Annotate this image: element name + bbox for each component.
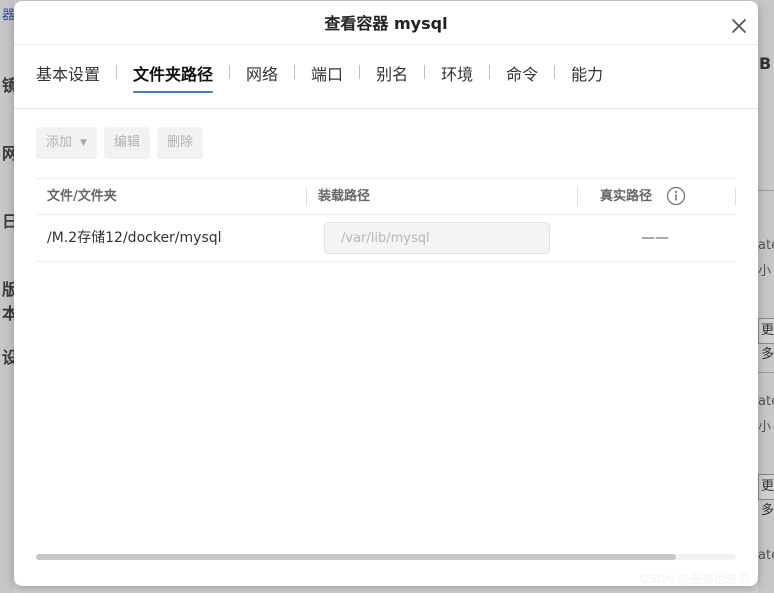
column-header-file: 文件/文件夹 [47, 189, 117, 204]
bg-fragment-3: 网 [2, 144, 14, 163]
info-icon[interactable] [666, 186, 686, 206]
bg-more-button[interactable]: 更多 [758, 474, 774, 518]
table-row[interactable]: /M.2存储12/docker/mysql —— [36, 215, 736, 262]
close-icon[interactable] [728, 15, 750, 37]
tab-command[interactable]: 命令 [506, 61, 538, 93]
bg-right-text: 小 [758, 264, 772, 279]
column-divider[interactable] [735, 187, 736, 206]
header-divider [14, 44, 758, 45]
tab-separator [116, 65, 118, 79]
tab-separator [359, 65, 361, 79]
tab-bar: 基本设置 文件夹路径 网络 端口 别名 环境 命令 能力 [36, 61, 603, 93]
bg-fragment-1: 器 [2, 8, 14, 23]
tab-basic-settings[interactable]: 基本设置 [36, 61, 100, 93]
column-header-real-path: 真实路径 [600, 189, 653, 204]
tab-environment[interactable]: 环境 [441, 61, 473, 93]
bg-right-divider [758, 372, 774, 373]
row-real-path: —— [641, 230, 669, 246]
bg-right-top: B [759, 54, 772, 73]
horizontal-scrollbar[interactable] [36, 554, 736, 560]
tab-separator [424, 65, 426, 79]
column-divider[interactable] [577, 187, 578, 206]
tab-folder-paths[interactable]: 文件夹路径 [133, 61, 214, 93]
column-divider[interactable] [306, 187, 307, 206]
tab-capabilities[interactable]: 能力 [571, 61, 603, 93]
watermark: CSDN @是猿也是员 [640, 572, 750, 586]
delete-button[interactable]: 删除 [156, 127, 203, 159]
toolbar: 添加 ▼ 编辑 删除 [36, 127, 203, 159]
bg-right-text: ate [758, 394, 774, 409]
bg-right-text: ate [758, 238, 774, 253]
bg-fragment-2: 镜 [2, 76, 14, 95]
background-left-strip: 器 镜 网 日 版本 设 [0, 0, 14, 593]
bg-right-divider [758, 190, 774, 191]
tab-separator [294, 65, 296, 79]
mount-path-input[interactable] [324, 222, 550, 254]
tab-aliases[interactable]: 别名 [376, 61, 408, 93]
folder-path-table: 文件/文件夹 装载路径 真实路径 /M.2存储12/docker/mysql —… [36, 178, 736, 262]
container-detail-dialog: 查看容器 mysql 基本设置 文件夹路径 网络 端口 别名 环境 命令 能力 … [14, 1, 758, 586]
tabs-divider [14, 108, 758, 109]
edit-button[interactable]: 编辑 [103, 127, 150, 159]
bg-right-text: 小 [758, 420, 772, 435]
row-file-path: /M.2存储12/docker/mysql [47, 230, 222, 246]
tab-network[interactable]: 网络 [246, 61, 278, 93]
tab-separator [489, 65, 491, 79]
add-button[interactable]: 添加 ▼ [36, 127, 97, 159]
column-header-mount-path: 装载路径 [318, 189, 371, 204]
tab-ports[interactable]: 端口 [311, 61, 343, 93]
bg-fragment-5: 版本 [2, 280, 14, 323]
tab-separator [554, 65, 556, 79]
bg-right-text: ate [758, 548, 774, 563]
dialog-title: 查看容器 mysql [324, 14, 448, 33]
background-right-strip: B ate 小 更多 ate 小 更多 ate [758, 0, 774, 593]
bg-more-button[interactable]: 更多 [758, 318, 774, 362]
chevron-down-icon: ▼ [80, 138, 87, 148]
scrollbar-thumb[interactable] [36, 554, 676, 560]
add-button-label: 添加 [46, 135, 73, 150]
bg-fragment-4: 日 [2, 212, 14, 231]
tab-separator [229, 65, 231, 79]
table-header: 文件/文件夹 装载路径 真实路径 [36, 178, 736, 215]
bg-fragment-6: 设 [2, 348, 14, 367]
